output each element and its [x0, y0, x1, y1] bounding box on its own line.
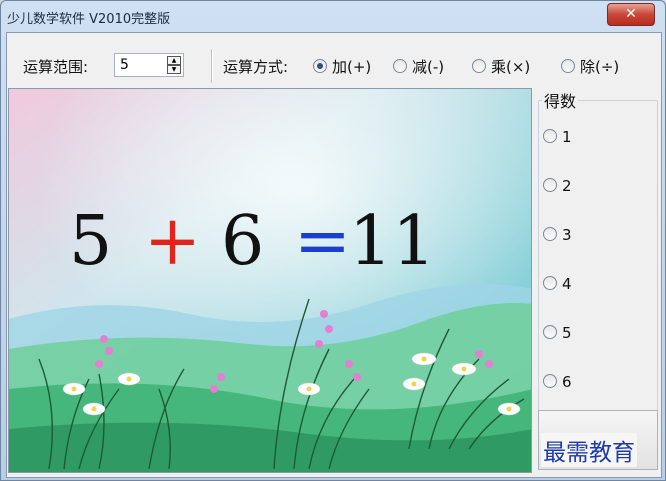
equals-sign: =: [294, 202, 351, 281]
choice-4[interactable]: 4: [543, 275, 572, 293]
choice-1[interactable]: 1: [543, 128, 572, 146]
radio-selected-icon: [313, 59, 327, 73]
radio-divide[interactable]: 除(÷): [561, 56, 619, 77]
choice-2[interactable]: 2: [543, 177, 572, 195]
toolbar: 运算范围: 5 ▲ ▼ 运算方式: 加(+) 减(-) 乘(×) 除(÷): [7, 33, 661, 88]
spinner-buttons: ▲ ▼: [167, 56, 181, 74]
range-spinner[interactable]: 5 ▲ ▼: [114, 53, 184, 77]
radio-subtract[interactable]: 减(-): [393, 56, 444, 77]
choice-2-label: 2: [562, 177, 572, 195]
toolbar-divider: [211, 49, 213, 83]
choice-6[interactable]: 6: [543, 373, 572, 391]
choice-5-label: 5: [562, 324, 572, 342]
radio-icon: [393, 59, 407, 73]
close-button[interactable]: ✕: [607, 3, 655, 26]
range-value[interactable]: 5: [120, 57, 129, 73]
meadow-background: [9, 89, 531, 472]
radio-multiply[interactable]: 乘(×): [472, 56, 530, 77]
radio-icon: [543, 227, 557, 241]
result-value: 11: [349, 202, 436, 281]
watermark-text: 最需教育: [541, 433, 637, 467]
answer-panel: 得数 1 2 3 4 5 6: [534, 88, 660, 474]
operand-a: 5: [69, 202, 113, 281]
choice-4-label: 4: [562, 275, 572, 293]
radio-multiply-label: 乘(×): [491, 58, 531, 76]
radio-icon: [472, 59, 486, 73]
choice-6-label: 6: [562, 373, 572, 391]
choice-3[interactable]: 3: [543, 226, 572, 244]
radio-subtract-label: 减(-): [412, 58, 445, 76]
answer-group-title: 得数: [542, 88, 579, 112]
radio-icon: [543, 129, 557, 143]
choice-3-label: 3: [562, 226, 572, 244]
client-area: 运算范围: 5 ▲ ▼ 运算方式: 加(+) 减(-) 乘(×) 除(÷) 5 …: [6, 32, 662, 478]
range-label: 运算范围:: [23, 58, 89, 76]
radio-icon: [561, 59, 575, 73]
operand-b: 6: [221, 202, 265, 281]
radio-add[interactable]: 加(+): [313, 56, 371, 77]
radio-icon: [543, 325, 557, 339]
radio-divide-label: 除(÷): [580, 58, 620, 76]
radio-add-label: 加(+): [332, 58, 372, 76]
radio-icon: [543, 276, 557, 290]
equation-scene: 5 + 6 = 11: [8, 88, 532, 473]
answer-group: [538, 100, 658, 412]
close-icon: ✕: [625, 6, 637, 22]
spin-down-icon[interactable]: ▼: [167, 65, 181, 74]
method-label: 运算方式:: [223, 58, 289, 76]
spin-up-icon[interactable]: ▲: [167, 56, 181, 65]
window-title: 少儿数学软件 V2010完整版: [7, 12, 171, 27]
app-window: 少儿数学软件 V2010完整版 ✕ 运算范围: 5 ▲ ▼ 运算方式: 加(+)…: [0, 0, 666, 481]
radio-icon: [543, 374, 557, 388]
operator-sign: +: [144, 202, 201, 281]
radio-icon: [543, 178, 557, 192]
choice-1-label: 1: [562, 128, 572, 146]
choice-5[interactable]: 5: [543, 324, 572, 342]
title-bar[interactable]: 少儿数学软件 V2010完整版 ✕: [1, 1, 665, 31]
